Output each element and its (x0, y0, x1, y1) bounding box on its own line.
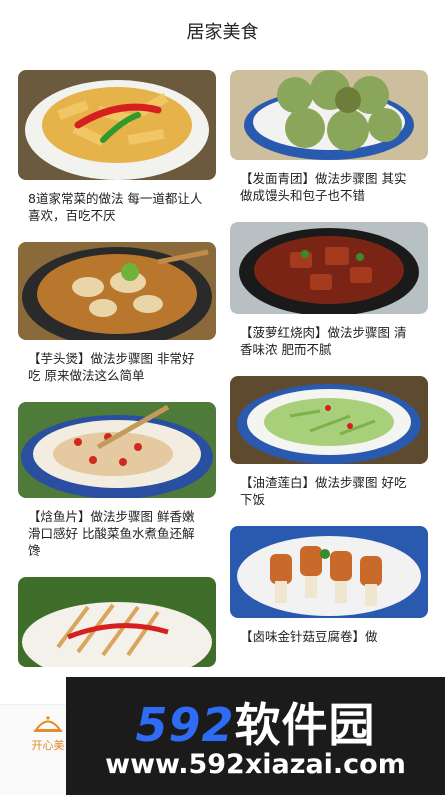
recipe-title: 8道家常菜的做法 每一道都让人喜欢，百吃不厌 (28, 191, 203, 223)
watermark-text: 软件园 (234, 698, 376, 752)
recipe-image (230, 222, 428, 314)
recipe-title: 【菠萝红烧肉】做法步骤图 清香味浓 肥而不腻 (240, 325, 407, 357)
recipe-image (230, 376, 428, 464)
app-header: 居家美食 (0, 0, 445, 62)
left-column: 8道家常菜的做法 每一道都让人喜欢，百吃不厌 【芋头煲】做法步骤图 非常好吃 原… (18, 70, 216, 685)
recipe-image (230, 526, 428, 618)
recipe-title: 【发面青团】做法步骤图 其实做成馒头和包子也不错 (240, 171, 407, 203)
page-title: 居家美食 (186, 22, 259, 43)
recipe-image (18, 402, 216, 498)
cloche-icon (34, 716, 62, 732)
watermark-url: www.592xiazai.com (105, 749, 406, 780)
watermark-brand: 592软件园 (66, 689, 445, 755)
recipe-card[interactable] (18, 577, 216, 667)
recipe-card[interactable]: 【油渣莲白】做法步骤图 好吃下饭 (230, 376, 428, 508)
recipe-card[interactable]: 【卤味金针菇豆腐卷】做 (230, 526, 428, 645)
recipe-title: 【芋头煲】做法步骤图 非常好吃 原来做法这么简单 (28, 351, 195, 383)
recipe-title: 【卤味金针菇豆腐卷】做 (240, 629, 378, 644)
recipe-image (18, 242, 216, 340)
recipe-image (230, 70, 428, 160)
watermark-number: 592 (135, 698, 235, 752)
recipe-title: 【油渣莲白】做法步骤图 好吃下饭 (240, 475, 407, 507)
recipe-title: 【焓鱼片】做法步骤图 鲜香嫩滑口感好 比酸菜鱼水煮鱼还解馋 (28, 509, 195, 558)
recipe-card[interactable]: 【菠萝红烧肉】做法步骤图 清香味浓 肥而不腻 (230, 222, 428, 358)
recipe-card[interactable]: 8道家常菜的做法 每一道都让人喜欢，百吃不厌 (18, 70, 216, 224)
recipe-grid[interactable]: 8道家常菜的做法 每一道都让人喜欢，百吃不厌 【芋头煲】做法步骤图 非常好吃 原… (0, 62, 445, 704)
recipe-card[interactable]: 【芋头煲】做法步骤图 非常好吃 原来做法这么简单 (18, 242, 216, 384)
site-watermark: 592软件园 www.592xiazai.com (66, 677, 445, 795)
recipe-card[interactable]: 【发面青团】做法步骤图 其实做成馒头和包子也不错 (230, 70, 428, 204)
recipe-card[interactable]: 【焓鱼片】做法步骤图 鲜香嫩滑口感好 比酸菜鱼水煮鱼还解馋 (18, 402, 216, 559)
recipe-image (18, 577, 216, 667)
right-column: 【发面青团】做法步骤图 其实做成馒头和包子也不错 【菠萝红烧肉】做法步骤图 清香… (230, 70, 428, 663)
recipe-image (18, 70, 216, 180)
